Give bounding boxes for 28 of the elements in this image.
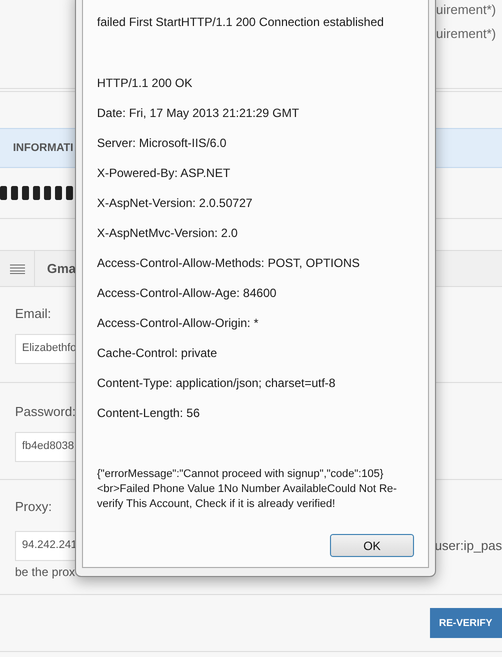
response-header-line: Date: Fri, 17 May 2013 21:21:29 GMT <box>97 106 300 121</box>
panel-tab[interactable]: Gma <box>47 258 76 278</box>
password-field[interactable]: fb4ed8038 <box>15 432 77 462</box>
response-header-line: Content-Type: application/json; charset=utf-8 <box>97 376 336 391</box>
field-label: Proxy: <box>15 498 52 516</box>
response-header-line: Cache-Control: private <box>97 346 218 361</box>
response-header-line: Access-Control-Allow-Age: 84600 <box>97 286 278 301</box>
response-header-line: Access-Control-Allow-Origin: * <box>97 316 260 331</box>
requirement-note: uirement*) <box>436 24 496 43</box>
information-heading: INFORMATI <box>13 140 74 156</box>
proxy-format-note: user:ip_pas <box>434 536 502 555</box>
field-label: Email: <box>15 305 52 323</box>
re-verify-button[interactable]: RE-VERIFY <box>430 608 502 638</box>
email-field[interactable]: Elizabethfo <box>15 334 77 364</box>
field-label: Password: <box>15 403 76 421</box>
ok-button[interactable]: OK <box>330 534 414 557</box>
response-header-line: HTTP/1.1 200 OK <box>97 76 194 91</box>
response-header-line: X-AspNet-Version: 2.0.50727 <box>97 196 254 211</box>
menu-icon[interactable] <box>10 264 24 274</box>
response-header-line: Server: Microsoft-IIS/6.0 <box>97 136 228 151</box>
dialog-error-message: {"errorMessage":"Cannot proceed with signup","code":105}<br>Failed Phone Value 1No Number AvailableCould Not Re-verify This Account, Check if it is already verified! <box>97 467 398 512</box>
response-header-line: X-AspNetMvc-Version: 2.0 <box>97 226 239 241</box>
dialog-status-line: failed First StartHTTP/1.1 200 Connection established <box>97 14 385 31</box>
proxy-help-text: be the prox <box>15 564 76 580</box>
response-header-line: Content-Length: 56 <box>97 406 201 421</box>
response-header-line: Access-Control-Allow-Methods: POST, OPTIONS <box>97 256 361 271</box>
requirement-note: uirement*) <box>436 1 496 19</box>
response-header-line: X-Powered-By: ASP.NET <box>97 166 232 181</box>
